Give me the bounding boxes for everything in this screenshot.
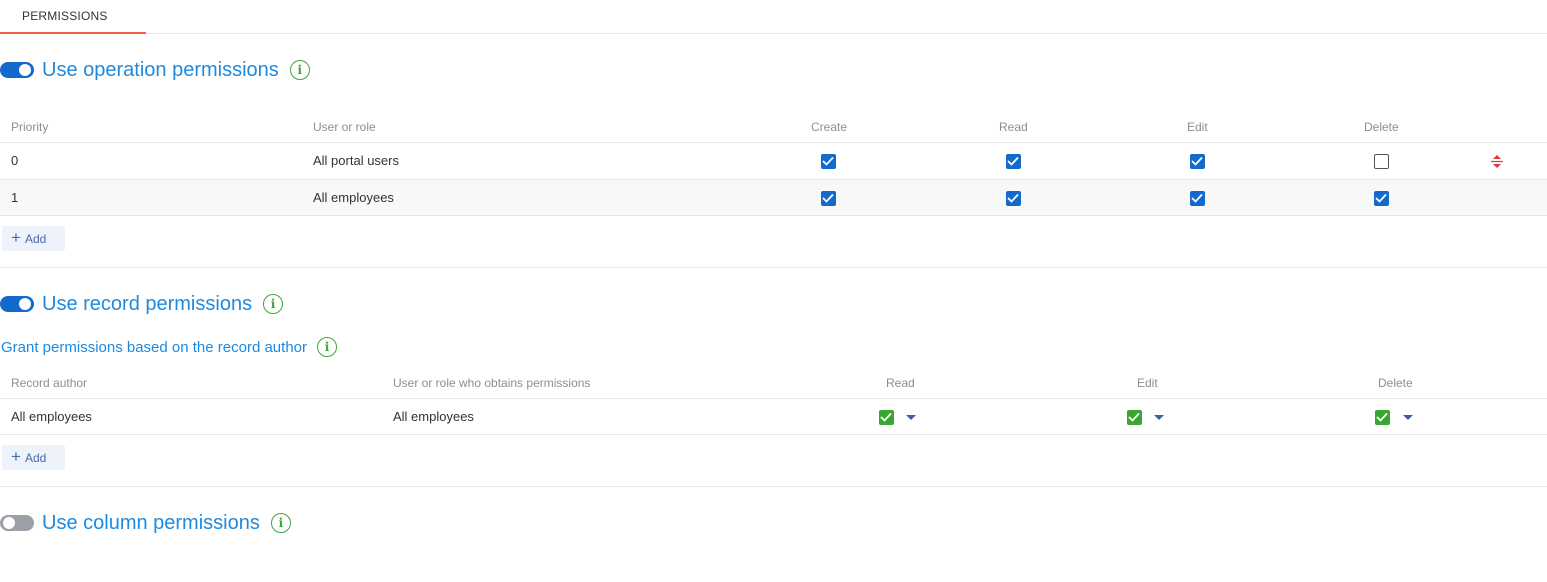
column-permissions-toggle[interactable] (0, 515, 34, 531)
delete-checkbox[interactable] (1375, 410, 1390, 425)
column-header-delete[interactable]: Delete (1378, 376, 1413, 390)
create-checkbox[interactable] (821, 154, 836, 169)
section-divider (0, 267, 1547, 268)
read-level-dropdown[interactable] (906, 415, 916, 420)
info-icon[interactable]: i (270, 513, 291, 533)
delete-checkbox[interactable] (1374, 191, 1389, 206)
add-operation-permission-button[interactable]: + Add (2, 226, 65, 251)
add-label: Add (24, 231, 47, 246)
column-header-create[interactable]: Create (811, 120, 847, 134)
role-cell: All employees (313, 190, 394, 205)
priority-cell: 1 (11, 190, 19, 205)
toggle-knob (19, 64, 31, 76)
column-header-read[interactable]: Read (886, 376, 915, 390)
reorder-icon[interactable] (1490, 154, 1504, 169)
toggle-knob (3, 517, 15, 529)
record-permissions-table: Record author User or role who obtains p… (0, 364, 1547, 435)
role-cell: All portal users (313, 153, 399, 168)
operation-permissions-table: Priority User or role Create Read Edit D… (0, 108, 1547, 216)
section-divider (0, 486, 1547, 487)
table-header: Record author User or role who obtains p… (0, 364, 1547, 398)
table-header: Priority User or role Create Read Edit D… (0, 108, 1547, 142)
table-row[interactable]: All employees All employees (0, 398, 1547, 435)
delete-checkbox[interactable] (1374, 154, 1389, 169)
record-permissions-title: Use record permissions (42, 292, 253, 315)
priority-cell: 0 (11, 153, 19, 168)
column-header-priority[interactable]: Priority (11, 120, 48, 134)
read-checkbox[interactable] (879, 410, 894, 425)
column-header-user-or-role[interactable]: User or role (313, 120, 376, 134)
record-author-cell: All employees (11, 409, 92, 424)
edit-checkbox[interactable] (1127, 410, 1142, 425)
column-header-record-author[interactable]: Record author (11, 376, 87, 390)
create-checkbox[interactable] (821, 191, 836, 206)
operation-permissions-toggle[interactable] (0, 62, 34, 78)
read-checkbox[interactable] (1006, 154, 1021, 169)
column-header-edit[interactable]: Edit (1137, 376, 1158, 390)
record-author-subtitle: Grant permissions based on the record au… (1, 336, 337, 358)
add-record-permission-button[interactable]: + Add (2, 445, 65, 470)
column-permissions-header: Use column permissions i (0, 508, 291, 538)
column-header-delete[interactable]: Delete (1364, 120, 1399, 134)
delete-level-dropdown[interactable] (1403, 415, 1413, 420)
operation-permissions-header: Use operation permissions i (0, 55, 310, 85)
edit-checkbox[interactable] (1190, 154, 1205, 169)
tab-bar: PERMISSIONS (0, 0, 1547, 34)
info-icon[interactable]: i (289, 60, 310, 80)
grantee-cell: All employees (393, 409, 474, 424)
info-icon[interactable]: i (317, 337, 337, 357)
edit-checkbox[interactable] (1190, 191, 1205, 206)
table-row[interactable]: 0 All portal users (0, 142, 1547, 179)
tab-permissions-label: PERMISSIONS (22, 9, 108, 23)
column-header-grantee[interactable]: User or role who obtains permissions (393, 376, 590, 390)
record-author-subtitle-text: Grant permissions based on the record au… (1, 338, 307, 356)
operation-permissions-title: Use operation permissions (42, 58, 279, 81)
record-permissions-toggle[interactable] (0, 296, 34, 312)
info-icon[interactable]: i (263, 294, 284, 314)
column-header-read[interactable]: Read (999, 120, 1028, 134)
toggle-knob (19, 298, 31, 310)
plus-icon: + (11, 228, 21, 247)
table-row[interactable]: 1 All employees (0, 179, 1547, 216)
edit-level-dropdown[interactable] (1154, 415, 1164, 420)
column-header-edit[interactable]: Edit (1187, 120, 1208, 134)
record-permissions-header: Use record permissions i (0, 289, 284, 319)
add-label: Add (24, 450, 47, 465)
tab-permissions[interactable]: PERMISSIONS (0, 0, 146, 34)
plus-icon: + (11, 447, 21, 466)
read-checkbox[interactable] (1006, 191, 1021, 206)
column-permissions-title: Use column permissions (42, 511, 260, 534)
